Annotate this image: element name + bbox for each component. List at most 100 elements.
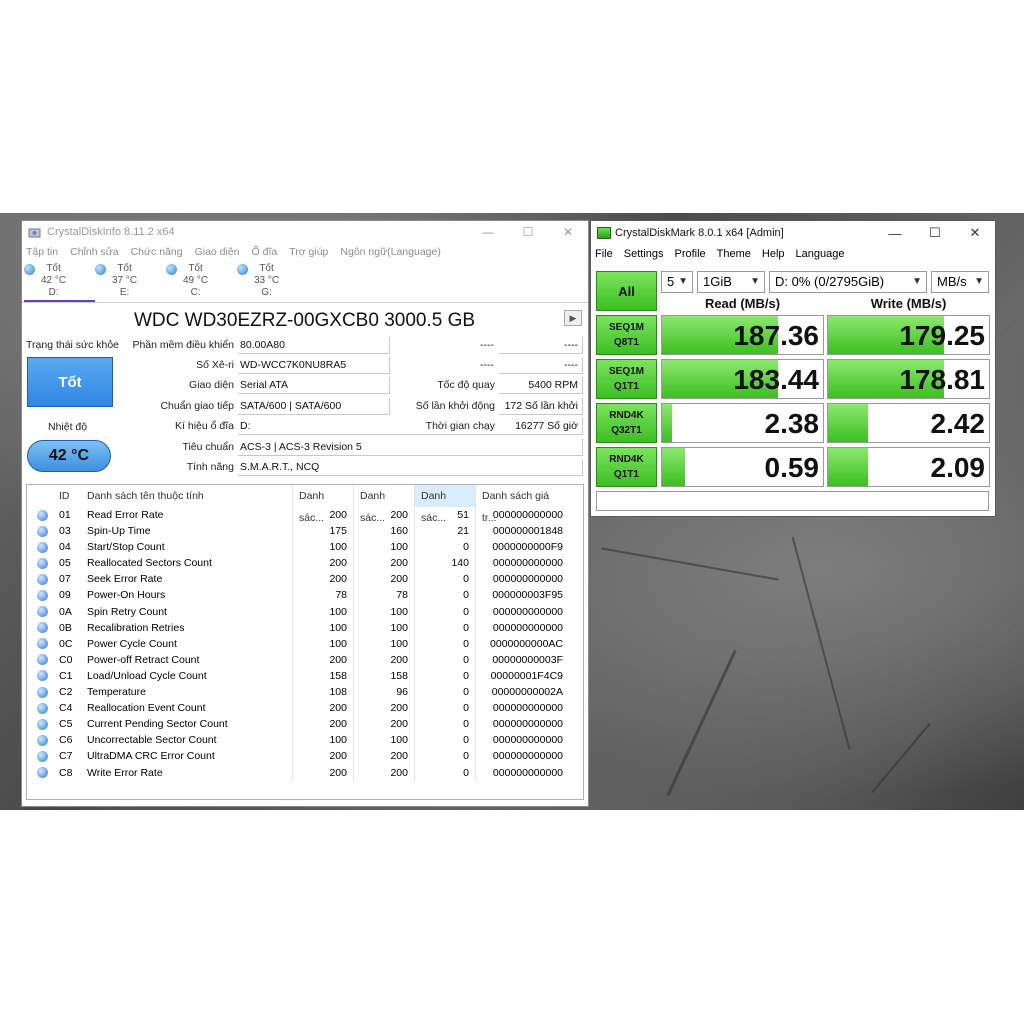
status-dot-icon <box>36 638 48 650</box>
attr-threshold: 0 <box>415 764 476 781</box>
col-header-name[interactable]: Danh sách tên thuộc tính <box>83 485 293 507</box>
table-row[interactable]: C5 Current Pending Sector Count 200 200 0 000… <box>27 716 583 733</box>
drive-letter: G: <box>261 287 272 298</box>
attr-worst: 158 <box>354 667 415 685</box>
table-row[interactable]: 05 Reallocated Sectors Count 200 200 140 0000… <box>27 555 583 572</box>
attr-id: 07 <box>59 573 71 586</box>
menu-language[interactable]: Language <box>796 248 845 260</box>
attr-name: Current Pending Sector Count <box>83 716 293 733</box>
table-row[interactable]: 07 Seek Error Rate 200 200 0 000000000000 <box>27 571 583 588</box>
attr-threshold: 0 <box>415 748 476 765</box>
maximize-button[interactable]: ☐ <box>915 221 955 245</box>
attr-id: C1 <box>59 669 73 682</box>
interface-label: Giao diện <box>189 379 234 391</box>
transfer-mode-label: Chuẩn giao tiếp <box>160 400 234 412</box>
interface-value: Serial ATA <box>238 377 390 394</box>
menu-edit[interactable]: Chỉnh sửa <box>70 246 118 258</box>
close-button[interactable]: ✕ <box>955 221 995 245</box>
disk-model-title: WDC WD30EZRZ-00GXCB0 3000.5 GB <box>134 310 476 331</box>
table-row[interactable]: C2 Temperature 108 96 0 00000000002A <box>27 684 583 701</box>
maximize-button[interactable]: ☐ <box>508 221 548 243</box>
table-row[interactable]: C6 Uncorrectable Sector Count 100 100 0 00000… <box>27 732 583 749</box>
test-button[interactable]: RND4K Q1T1 <box>596 447 657 487</box>
table-row[interactable]: C7 UltraDMA CRC Error Count 200 200 0 0000000… <box>27 748 583 765</box>
table-row[interactable]: C0 Power-off Retract Count 200 200 0 00000000… <box>27 651 583 668</box>
read-result: 187.36 <box>661 315 824 355</box>
minimize-button[interactable]: — <box>468 221 508 243</box>
col-header-raw[interactable]: Danh sách giá tr... <box>476 485 567 524</box>
close-button[interactable]: ✕ <box>548 221 588 243</box>
table-row[interactable]: 01 Read Error Rate 200 200 51 000000000000 <box>27 507 583 524</box>
status-dot-icon <box>36 541 48 553</box>
drive-temp: 37 °C <box>112 275 138 286</box>
menu-profile[interactable]: Profile <box>674 248 705 260</box>
menu-help[interactable]: Trợ giúp <box>289 246 328 258</box>
minimize-button[interactable]: — <box>875 221 915 245</box>
rotation-label: Tốc độ quay <box>437 379 495 391</box>
cdm-title: CrystalDiskMark 8.0.1 x64 [Admin] <box>615 227 784 239</box>
test-queue: Q32T1 <box>611 425 642 436</box>
menu-language[interactable]: Ngôn ngữ(Language) <box>340 246 440 258</box>
test-button[interactable]: SEQ1M Q1T1 <box>596 359 657 399</box>
col-header-threshold[interactable]: Danh sác... <box>415 485 476 524</box>
disk-header: WDC WD30EZRZ-00GXCB0 3000.5 GB ▶ <box>22 304 588 332</box>
cdi-titlebar[interactable]: CrystalDiskInfo 8.11.2 x64 — ☐ ✕ <box>22 221 588 243</box>
menu-disk[interactable]: Ổ đĩa <box>252 246 278 258</box>
drive-tab-e[interactable]: Tốt 37 °C E: <box>95 261 166 302</box>
attr-current: 108 <box>293 684 354 701</box>
unit-value: MB/s <box>937 274 967 289</box>
unit-select[interactable]: MB/s ▼ <box>931 271 989 293</box>
test-button[interactable]: SEQ1M Q8T1 <box>596 315 657 355</box>
drive-tab-g[interactable]: Tốt 33 °C G: <box>237 261 308 302</box>
table-row[interactable]: 0C Power Cycle Count 100 100 0 0000000000AC <box>27 635 583 652</box>
read-value: 187.36 <box>733 320 819 351</box>
test-size-select[interactable]: 1GiB ▼ <box>697 271 765 293</box>
test-name: RND4K <box>609 454 644 465</box>
attr-current: 100 <box>293 619 354 636</box>
attr-id: 09 <box>59 589 71 602</box>
menu-settings[interactable]: Settings <box>624 248 664 260</box>
attr-name: Spin-Up Time <box>83 523 293 540</box>
smart-attributes-table[interactable]: ID Danh sách tên thuộc tính Danh sác... … <box>26 484 584 800</box>
col-header-worst[interactable]: Danh sác... <box>354 485 415 524</box>
table-row[interactable]: 03 Spin-Up Time 175 160 21 000000001848 <box>27 523 583 540</box>
attr-threshold: 0 <box>415 619 476 636</box>
attr-current: 158 <box>293 667 354 685</box>
menu-file[interactable]: Tập tin <box>26 246 58 258</box>
drive-tab-d[interactable]: Tốt 42 °C D: <box>24 261 95 302</box>
health-status-button[interactable]: Tốt <box>27 357 113 407</box>
drive-tab-c[interactable]: Tốt 49 °C C: <box>166 261 237 302</box>
dash-value-2: ---- <box>499 357 583 374</box>
table-row[interactable]: 0A Spin Retry Count 100 100 0 000000000000 <box>27 603 583 620</box>
table-row[interactable]: 09 Power-On Hours 78 78 0 000000003F95 <box>27 587 583 604</box>
status-cell <box>27 652 57 668</box>
menu-function[interactable]: Chức năng <box>131 246 183 258</box>
attr-worst: 78 <box>354 587 415 604</box>
col-header-current[interactable]: Danh sác... <box>293 485 354 524</box>
run-all-button[interactable]: All <box>596 271 657 311</box>
menu-theme[interactable]: Giao diện <box>195 246 240 258</box>
attr-threshold: 0 <box>415 587 476 604</box>
menu-help[interactable]: Help <box>762 248 785 260</box>
attr-current: 200 <box>293 764 354 781</box>
power-count-value: 172 Số lần khởi <box>499 398 583 415</box>
attr-worst: 200 <box>354 571 415 588</box>
attr-worst: 200 <box>354 716 415 733</box>
cdm-titlebar[interactable]: CrystalDiskMark 8.0.1 x64 [Admin] — ☐ ✕ <box>591 221 995 245</box>
table-row[interactable]: 0B Recalibration Retries 100 100 0 0000000000… <box>27 619 583 636</box>
table-row[interactable]: C1 Load/Unload Cycle Count 158 158 0 00000001… <box>27 667 583 685</box>
menu-theme[interactable]: Theme <box>717 248 751 260</box>
test-queue: Q1T1 <box>613 381 639 392</box>
test-name: SEQ1M <box>608 366 644 377</box>
attr-worst: 200 <box>354 555 415 572</box>
col-header-id[interactable]: ID <box>57 485 83 507</box>
table-row[interactable]: C4 Reallocation Event Count 200 200 0 0000000… <box>27 700 583 717</box>
menu-file[interactable]: File <box>595 248 613 260</box>
drive-select[interactable]: D: 0% (0/2795GiB) ▼ <box>769 271 927 293</box>
test-count-select[interactable]: 5 ▼ <box>661 271 693 293</box>
table-row[interactable]: C8 Write Error Rate 200 200 0 000000000000 <box>27 764 583 781</box>
test-button[interactable]: RND4K Q32T1 <box>596 403 657 443</box>
table-row[interactable]: 04 Start/Stop Count 100 100 0 0000000000F9 <box>27 539 583 556</box>
next-disk-button[interactable]: ▶ <box>564 310 582 326</box>
status-dot-icon <box>36 702 48 714</box>
